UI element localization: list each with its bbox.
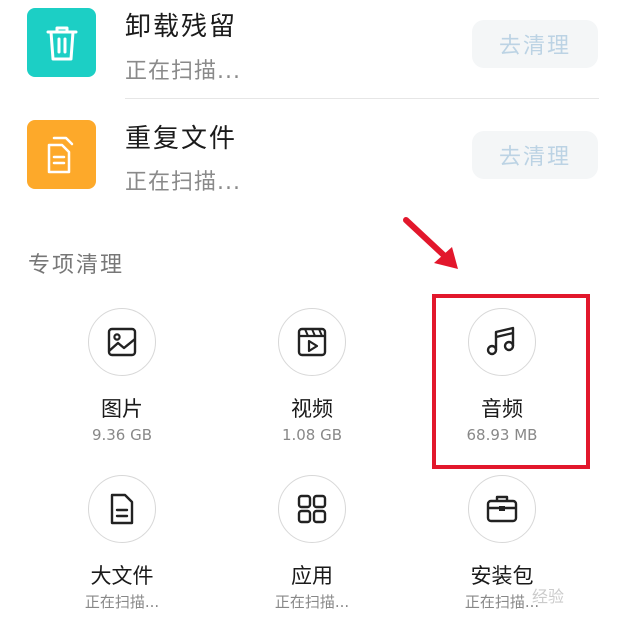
document-icon: [110, 493, 134, 525]
duplicate-file-icon: [47, 136, 73, 173]
grid-item-label: 大文件: [90, 564, 154, 588]
apps-grid-icon-circle: [278, 475, 346, 543]
grid-item-label: 视频: [291, 397, 333, 421]
row-status: 正在扫描...: [125, 59, 241, 84]
video-icon-circle: [278, 308, 346, 376]
red-arrow-annotation: [403, 217, 458, 269]
grid-item-large-files[interactable]: 大文件 正在扫描...: [27, 475, 217, 611]
grid-item-label: 图片: [101, 397, 143, 421]
list-row-uninstall-residue: 卸载残留 正在扫描... 去清理: [0, 0, 620, 110]
section-title: 专项清理: [28, 253, 125, 278]
row-status: 正在扫描...: [125, 170, 241, 195]
trash-icon: [46, 26, 77, 60]
grid-item-label: 安装包: [470, 564, 534, 588]
document-icon-circle: [88, 475, 156, 543]
divider: [125, 98, 599, 99]
grid-item-size: 9.36 GB: [91, 426, 153, 444]
watermark-text: 经验: [532, 587, 565, 606]
row-title: 重复文件: [125, 124, 238, 154]
grid-item-status: 正在扫描...: [464, 593, 540, 611]
grid-item-apps[interactable]: 应用 正在扫描...: [217, 475, 407, 611]
image-icon-circle: [88, 308, 156, 376]
grid-item-size: 1.08 GB: [281, 426, 343, 444]
briefcase-icon-circle: [468, 475, 536, 543]
video-icon: [297, 327, 327, 357]
grid-item-images[interactable]: 图片 9.36 GB: [27, 308, 217, 444]
clean-button[interactable]: 去清理: [472, 131, 598, 179]
briefcase-icon: [486, 495, 518, 523]
list-row-duplicate-files: 重复文件 正在扫描... 去清理: [0, 110, 620, 220]
clean-button[interactable]: 去清理: [472, 20, 598, 68]
duplicate-file-icon-tile: [27, 120, 96, 189]
row-title: 卸载残留: [125, 12, 238, 42]
trash-icon-tile: [27, 8, 96, 77]
grid-item-install-packages[interactable]: 安装包 正在扫描...: [407, 475, 597, 611]
grid-item-status: 正在扫描...: [274, 593, 350, 611]
apps-grid-icon: [297, 494, 327, 524]
grid-item-videos[interactable]: 视频 1.08 GB: [217, 308, 407, 444]
grid-item-status: 正在扫描...: [84, 593, 160, 611]
image-icon: [107, 327, 137, 357]
grid-item-label: 应用: [291, 564, 333, 588]
red-highlight-box: [432, 294, 590, 469]
